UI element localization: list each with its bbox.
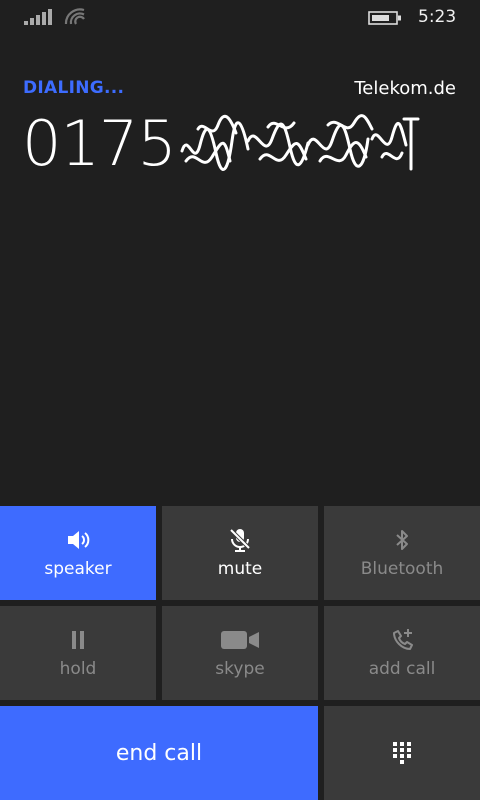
status-bar: 5:23 — [0, 0, 480, 36]
redaction-scribble — [180, 114, 420, 171]
clock: 5:23 — [418, 7, 457, 27]
hold-button[interactable]: hold — [0, 606, 156, 700]
battery-icon — [368, 11, 401, 25]
call-status: DIALING... — [23, 78, 125, 98]
hold-label: hold — [59, 659, 97, 679]
keypad-button[interactable] — [324, 706, 480, 800]
phone-number-visible: 0175 — [22, 107, 177, 180]
mic-muted-icon — [229, 528, 251, 552]
add-call-icon — [393, 629, 413, 650]
mute-label: mute — [217, 559, 263, 579]
signal-bars-icon — [24, 9, 52, 25]
carrier-name: Telekom.de — [354, 78, 456, 99]
end-call-button[interactable]: end call — [0, 706, 318, 800]
bluetooth-icon — [396, 530, 408, 550]
add-call-button[interactable]: add call — [324, 606, 480, 700]
bluetooth-button[interactable]: Bluetooth — [324, 506, 480, 600]
skype-label: skype — [215, 659, 265, 679]
add-call-label: add call — [368, 659, 436, 679]
speaker-button[interactable]: speaker — [0, 506, 156, 600]
keypad-icon — [393, 742, 411, 764]
mute-button[interactable]: mute — [162, 506, 318, 600]
wifi-icon — [64, 8, 85, 25]
pause-icon — [72, 631, 84, 649]
skype-button[interactable]: skype — [162, 606, 318, 700]
phone-number: 0175 — [22, 108, 422, 180]
bluetooth-label: Bluetooth — [360, 559, 444, 579]
end-call-label: end call — [115, 740, 203, 766]
speaker-label: speaker — [44, 559, 112, 579]
video-camera-icon — [221, 631, 259, 649]
speaker-icon — [68, 531, 90, 549]
